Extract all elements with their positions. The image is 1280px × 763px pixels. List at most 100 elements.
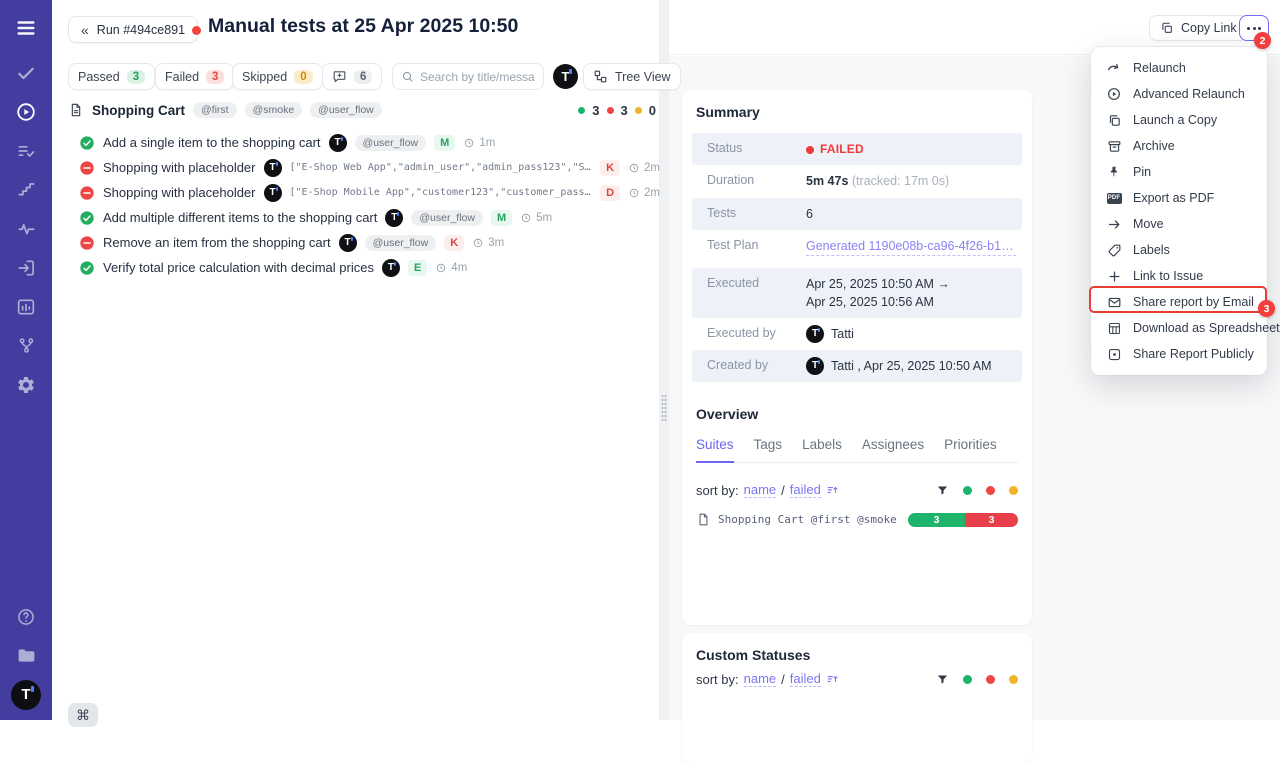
passed-filter-dot[interactable] (963, 675, 972, 684)
clock-icon (520, 212, 532, 224)
menu-item-relaunch[interactable]: Relaunch (1091, 55, 1267, 81)
passed-filter-chip[interactable]: Passed 3 (68, 63, 155, 90)
passed-filter-dot[interactable] (963, 486, 972, 495)
analytics-icon[interactable] (0, 287, 52, 326)
sort-asc-icon (826, 484, 839, 497)
failed-label: Failed (165, 70, 199, 84)
import-icon[interactable] (0, 248, 52, 287)
menu-item-share-report-by-email[interactable]: Share report by Email (1091, 289, 1267, 315)
email-icon (1106, 294, 1122, 310)
tree-view-icon (593, 69, 608, 84)
pulse-icon[interactable] (0, 209, 52, 248)
status-value: FAILED (806, 140, 1016, 158)
test-row[interactable]: Add a single item to the shopping cart T… (68, 130, 660, 155)
test-row[interactable]: Shopping with placeholder T ["E-Shop Mob… (68, 180, 660, 205)
menu-icon[interactable] (0, 8, 52, 47)
executed-by-avatar: T (806, 325, 824, 343)
summary-row-executed-by: Executed by T Tatti (692, 318, 1022, 350)
failed-filter-dot[interactable] (986, 675, 995, 684)
menu-item-pin[interactable]: Pin (1091, 159, 1267, 185)
skipped-filter-dot[interactable] (1009, 486, 1018, 495)
avatar-letter: T (553, 64, 578, 89)
checklist-icon[interactable] (0, 131, 52, 170)
test-tag[interactable]: @user_flow (411, 210, 483, 226)
sort-by-failed-link[interactable]: failed (790, 671, 821, 687)
passed-dot-icon (578, 107, 585, 114)
menu-item-link-to-issue[interactable]: Link to Issue (1091, 263, 1267, 289)
menu-item-move[interactable]: Move (1091, 211, 1267, 237)
help-icon[interactable] (0, 597, 52, 636)
tab-priorities[interactable]: Priorities (944, 437, 997, 462)
keyboard-shortcut-badge[interactable]: ⌘ (68, 703, 98, 727)
skipped-dot-icon (635, 107, 642, 114)
steps-icon[interactable] (0, 170, 52, 209)
created-by-avatar: T (806, 357, 824, 375)
settings-icon[interactable] (0, 365, 52, 404)
panel-resizer[interactable] (659, 0, 669, 720)
suite-tag[interactable]: @first (193, 102, 237, 118)
suite-tag[interactable]: @smoke (245, 102, 303, 118)
sort-by-failed-link[interactable]: failed (790, 482, 821, 498)
assignee-avatar: T (339, 234, 357, 252)
summary-row-executed: Executed Apr 25, 2025 10:50 AM → Apr 25,… (692, 268, 1022, 318)
owner-badge: D (600, 185, 620, 201)
suite-passed-count: 3 (592, 103, 599, 118)
app-sidebar: T (0, 0, 52, 720)
tab-tags[interactable]: Tags (754, 437, 783, 462)
branch-icon[interactable] (0, 326, 52, 365)
test-plan-link[interactable]: Generated 1190e08b-ca96-4f26-b10f-d6dc..… (806, 237, 1016, 256)
menu-item-launch-a-copy[interactable]: Launch a Copy (1091, 107, 1267, 133)
assignee-avatar: T (329, 134, 347, 152)
skipped-filter-dot[interactable] (1009, 675, 1018, 684)
run-status-dot (192, 26, 201, 35)
relaunch-icon (1106, 60, 1122, 76)
app-logo[interactable]: T (0, 675, 52, 714)
sort-by-name-link[interactable]: name (744, 482, 777, 498)
menu-item-archive[interactable]: Archive (1091, 133, 1267, 159)
suite-row[interactable]: Shopping Cart @first @smoke @user_flow 3… (68, 100, 660, 120)
doc-icon (696, 512, 711, 527)
passed-status-icon (79, 135, 95, 151)
archive-icon (1106, 138, 1122, 154)
test-row[interactable]: Verify total price calculation with deci… (68, 255, 660, 280)
failed-filter-chip[interactable]: Failed 3 (155, 63, 234, 90)
tab-labels[interactable]: Labels (802, 437, 842, 462)
executed-by-value: Tatti (831, 325, 854, 343)
test-row[interactable]: Shopping with placeholder T ["E-Shop Web… (68, 155, 660, 180)
suite-tag[interactable]: @user_flow (310, 102, 382, 118)
projects-icon[interactable] (0, 636, 52, 675)
share-publicly-icon (1106, 346, 1122, 362)
search-input[interactable] (420, 70, 535, 84)
comments-filter-chip[interactable]: 6 (322, 63, 382, 90)
menu-item-download-as-spreadsheet[interactable]: Download as Spreadsheet (1091, 315, 1267, 341)
tree-view-button[interactable]: Tree View (583, 63, 681, 90)
menu-item-advanced-relaunch[interactable]: Advanced Relaunch (1091, 81, 1267, 107)
filter-funnel-icon[interactable] (936, 484, 949, 497)
tests-icon[interactable] (0, 53, 52, 92)
failed-bar-segment: 3 (965, 513, 1018, 527)
test-row[interactable]: Add multiple different items to the shop… (68, 205, 660, 230)
menu-item-labels[interactable]: Labels (1091, 237, 1267, 263)
test-tag[interactable]: @user_flow (355, 135, 427, 151)
back-to-run-button[interactable]: « Run #494ce891 (68, 16, 198, 43)
tab-assignees[interactable]: Assignees (862, 437, 924, 462)
menu-item-export-as-pdf[interactable]: PDF Export as PDF (1091, 185, 1267, 211)
summary-table: Status FAILED Duration 5m 47s (tracked: … (692, 133, 1022, 382)
runs-icon[interactable] (0, 92, 52, 131)
arrow-right-icon (1106, 216, 1122, 232)
menu-item-share-report-publicly[interactable]: Share Report Publicly (1091, 341, 1267, 367)
overview-suite-row[interactable]: Shopping Cart @first @smoke … 3 3 (696, 512, 1018, 527)
user-avatar[interactable]: T (553, 64, 578, 89)
test-row[interactable]: Remove an item from the shopping cart T … (68, 230, 660, 255)
copy-icon (1106, 112, 1122, 128)
annotation-step-3-badge: 3 (1258, 300, 1275, 317)
test-tag[interactable]: @user_flow (365, 235, 437, 251)
filter-funnel-icon[interactable] (936, 673, 949, 686)
copy-link-button[interactable]: Copy Link (1149, 15, 1248, 41)
passed-status-icon (79, 210, 95, 226)
tab-suites[interactable]: Suites (696, 437, 734, 463)
passed-count-badge: 3 (127, 70, 145, 84)
sort-by-name-link[interactable]: name (744, 671, 777, 687)
failed-filter-dot[interactable] (986, 486, 995, 495)
skipped-filter-chip[interactable]: Skipped 0 (232, 63, 323, 90)
